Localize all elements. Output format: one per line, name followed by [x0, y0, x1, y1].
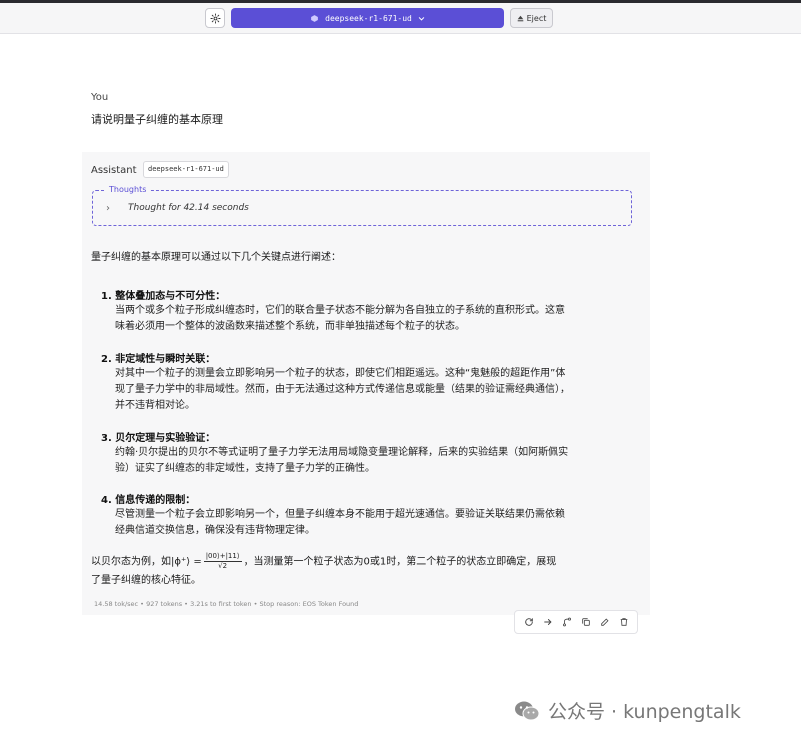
point-line: 约翰·贝尔提出的贝尔不等式证明了量子力学无法用局域隐变量理论解释，后来的实验结果… — [115, 447, 569, 458]
point-line: 味着必须用一个整体的波函数来描述整个系统，而非单独描述每个粒子的状态。 — [115, 321, 465, 332]
fraction-denominator: √2 — [218, 562, 228, 570]
bell-state: |ϕ⁺⟩ = — [171, 556, 202, 568]
thoughts-label: Thoughts — [106, 185, 150, 194]
list-item: 3. 贝尔定理与实验验证： 约翰·贝尔提出的贝尔不等式证明了量子力学无法用局域隐… — [101, 429, 631, 474]
list-item: 4. 信息传递的限制： 尽管测量一个粒子会立即影响另一个，但量子纠缠本身不能用于… — [101, 491, 631, 536]
list-item: 1. 整体叠加态与不可分性： 当两个或多个粒子形成纠缠态时，它们的联合量子状态不… — [101, 287, 631, 332]
window-top-strip — [0, 0, 801, 3]
point-line: 经典信道交换信息，确保没有违背物理定律。 — [115, 525, 315, 536]
message-actions — [514, 610, 638, 634]
list-item: 2. 非定域性与瞬时关联： 对其中一个粒子的测量会立即影响另一个粒子的状态，即使… — [101, 350, 631, 411]
settings-button[interactable] — [205, 8, 225, 28]
copy-icon — [581, 618, 590, 626]
chevron-right-icon[interactable]: › — [106, 203, 110, 214]
point-line: 验）证实了纠缠态的非定域性，支持了量子力学的正确性。 — [115, 463, 375, 474]
point-title: 2. 非定域性与瞬时关联 — [101, 354, 206, 365]
regenerate-button[interactable] — [522, 615, 536, 629]
answer-intro: 量子纠缠的基本原理可以通过以下几个关键点进行阐述： — [91, 252, 341, 263]
conclusion-line2: 了量子纠缠的核心特征。 — [91, 574, 201, 586]
model-selector-label: deepseek-r1-671-ud — [325, 13, 412, 23]
wechat-icon — [515, 701, 540, 720]
fraction-numerator: |00⟩+|11⟩ — [203, 552, 242, 562]
edit-button[interactable] — [598, 615, 612, 629]
copy-button[interactable] — [579, 615, 593, 629]
conclusion-suffix: ，当测量第一个粒子状态为0或1时，第二个粒子的状态立即确定，展现 — [243, 556, 557, 568]
watermark-text: 公众号 · kunpengtalk — [548, 701, 741, 723]
assistant-role-label: Assistant — [91, 165, 137, 176]
point-line: 现了量子力学中的非局域性。然而，由于无法通过这种方式传递信息或能量（结果的验证需… — [115, 384, 570, 395]
answer-conclusion: 以贝尔态为例，如|ϕ⁺⟩ = |00⟩+|11⟩ √2 ，当测量第一个粒子状态为0或1… — [91, 552, 636, 590]
user-role-label: You — [91, 92, 109, 103]
thoughts-summary: Thought for 42.14 seconds — [128, 203, 249, 213]
refresh-icon — [524, 618, 533, 626]
model-icon — [311, 14, 319, 22]
bell-state-fraction: |00⟩+|11⟩ √2 — [203, 552, 242, 571]
conclusion-prefix: 以贝尔态为例，如 — [91, 556, 171, 568]
point-body: 当两个或多个粒子形成纠缠态时，它们的联合量子状态不能分解为各自独立的子系统的直积… — [115, 303, 630, 335]
point-line: 尽管测量一个粒子会立即影响另一个，但量子纠缠本身不能用于超光速通信。要验证关联结… — [115, 509, 565, 520]
app-window: deepseek-r1-671-ud Eject You 请说明量子纠缠的基本原… — [0, 0, 801, 742]
generation-stats: 14.58 tok/sec • 927 tokens • 3.21s to fi… — [94, 600, 359, 608]
model-badge: deepseek-r1-671-ud — [143, 161, 229, 178]
trash-icon — [620, 618, 627, 626]
watermark: 公众号 · kunpengtalk — [514, 697, 741, 724]
model-selector[interactable]: deepseek-r1-671-ud — [231, 8, 504, 28]
point-line: 当两个或多个粒子形成纠缠态时，它们的联合量子状态不能分解为各自独立的子系统的直积… — [115, 305, 565, 316]
user-message: 请说明量子纠缠的基本原理 — [91, 113, 223, 126]
point-title: 4. 信息传递的限制 — [101, 495, 186, 506]
delete-button[interactable] — [617, 615, 631, 629]
arrow-right-icon — [543, 619, 552, 625]
point-line: 并不违背相对论。 — [115, 400, 195, 411]
eject-icon — [517, 15, 523, 21]
continue-button[interactable] — [541, 615, 555, 629]
top-toolbar: deepseek-r1-671-ud Eject — [0, 0, 801, 34]
gear-icon — [209, 12, 221, 24]
point-title: 3. 贝尔定理与实验验证 — [101, 433, 206, 444]
chevron-down-icon — [418, 16, 425, 21]
point-line: 对其中一个粒子的测量会立即影响另一个粒子的状态，即使它们相距遥远。这种“鬼魅般的… — [115, 368, 566, 379]
branch-icon — [562, 617, 571, 627]
branch-button[interactable] — [560, 615, 574, 629]
point-title: 1. 整体叠加态与不可分性 — [101, 291, 216, 302]
point-body: 尽管测量一个粒子会立即影响另一个，但量子纠缠本身不能用于超光速通信。要验证关联结… — [115, 507, 630, 539]
edit-icon — [600, 618, 609, 626]
point-body: 约翰·贝尔提出的贝尔不等式证明了量子力学无法用局域隐变量理论解释，后来的实验结果… — [115, 445, 630, 477]
eject-button[interactable]: Eject — [510, 8, 553, 28]
point-body: 对其中一个粒子的测量会立即影响另一个粒子的状态，即使它们相距遥远。这种“鬼魅般的… — [115, 366, 630, 414]
eject-label: Eject — [526, 13, 547, 23]
